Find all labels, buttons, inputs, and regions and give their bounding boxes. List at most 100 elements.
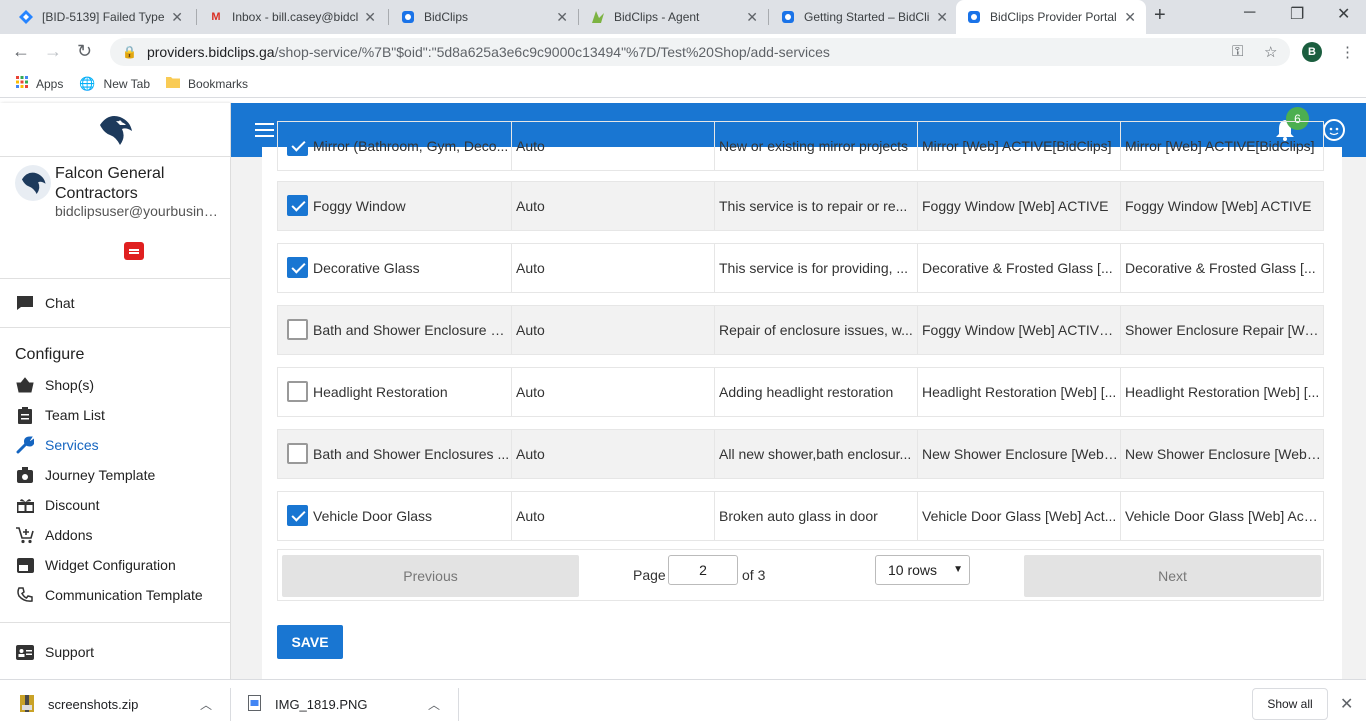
column-divider: [714, 430, 715, 478]
back-arrow-icon[interactable]: ←: [12, 41, 30, 62]
browser-tab-strip: [BID-5139] Failed TypeE ✕ M Inbox - bill…: [0, 0, 1366, 34]
download-item[interactable]: screenshots.zip ︿: [20, 680, 220, 728]
column-divider: [511, 492, 512, 540]
folder-icon: [166, 76, 181, 91]
sidebar-item-communication-template[interactable]: Communication Template: [0, 580, 230, 610]
close-downloads-icon[interactable]: ✕: [1340, 694, 1353, 714]
service-checkbox[interactable]: [287, 135, 308, 156]
widget-icon: [15, 555, 35, 575]
column-divider: [1120, 306, 1121, 354]
sidebar-item-discount[interactable]: Discount: [0, 490, 230, 520]
browser-tab[interactable]: BidClips ✕: [390, 0, 578, 34]
table-row: Decorative Glass Auto This service is for …: [277, 243, 1324, 293]
more-menu-icon[interactable]: ⋮: [1340, 43, 1355, 61]
page-number-input[interactable]: 2: [668, 555, 738, 585]
browser-tab[interactable]: M Inbox - bill.casey@bidcl ✕: [198, 0, 386, 34]
url-path: /shop-service/%7B"$oid":"5d8a625a3e6c9c9…: [274, 44, 830, 60]
browser-tab-active[interactable]: BidClips Provider Portal ✕: [956, 0, 1146, 34]
web-service-cell: Headlight Restoration [Web] [...: [922, 384, 1117, 400]
service-name-cell: Mirror (Bathroom, Gym, Deco...: [313, 138, 509, 154]
column-divider: [917, 492, 918, 540]
service-checkbox[interactable]: [287, 505, 308, 526]
sidebar-item-widget-configuration[interactable]: Widget Configuration: [0, 550, 230, 580]
close-tab-icon[interactable]: ✕: [556, 9, 568, 26]
show-all-downloads-button[interactable]: Show all: [1252, 688, 1328, 720]
reload-icon[interactable]: ↻: [77, 41, 92, 62]
service-checkbox[interactable]: [287, 319, 308, 340]
star-bookmark-icon[interactable]: ☆: [1264, 43, 1277, 61]
close-window-icon[interactable]: ✕: [1337, 4, 1350, 24]
bookmark-apps[interactable]: Apps: [16, 76, 63, 91]
browser-tab[interactable]: Getting Started – BidCli ✕: [770, 0, 958, 34]
user-account-icon[interactable]: [1323, 119, 1345, 141]
key-icon[interactable]: ⚿: [1232, 43, 1243, 60]
service-checkbox[interactable]: [287, 257, 308, 278]
bidclips-service-cell: Headlight Restoration [Web] [...: [1125, 384, 1320, 400]
browser-tab[interactable]: BidClips - Agent ✕: [580, 0, 768, 34]
sidebar-item-addons[interactable]: Addons: [0, 520, 230, 550]
sidebar-divider: [0, 327, 230, 328]
browser-tab[interactable]: [BID-5139] Failed TypeE ✕: [8, 0, 193, 34]
sidebar-item-services[interactable]: Services: [0, 430, 230, 460]
description-cell: Adding headlight restoration: [719, 384, 894, 400]
column-divider: [714, 244, 715, 292]
service-checkbox[interactable]: [287, 443, 308, 464]
url-field[interactable]: 🔒 providers.bidclips.ga/shop-service/%7B…: [110, 38, 1290, 66]
sidebar-item-support[interactable]: Support: [0, 637, 230, 667]
bidclips-service-cell: Mirror [Web] ACTIVE[BidClips]: [1125, 138, 1315, 154]
column-divider: [917, 306, 918, 354]
close-tab-icon[interactable]: ✕: [171, 9, 183, 26]
column-divider: [714, 182, 715, 230]
sidebar-item-team-list[interactable]: Team List: [0, 400, 230, 430]
hamburger-menu-icon[interactable]: [255, 123, 274, 141]
sidebar-item-shops[interactable]: Shop(s): [0, 370, 230, 400]
support-card-icon: [15, 642, 35, 662]
chevron-up-icon[interactable]: ︿: [428, 696, 440, 713]
agent-icon: [590, 9, 606, 25]
company-name: Falcon General Contractors: [55, 165, 165, 202]
close-tab-icon[interactable]: ✕: [1124, 9, 1136, 26]
close-tab-icon[interactable]: ✕: [936, 9, 948, 26]
sidebar-item-journey-template[interactable]: Journey Template: [0, 460, 230, 490]
bidclips-service-cell: Decorative & Frosted Glass [...: [1125, 260, 1316, 276]
tab-divider: [768, 9, 769, 25]
save-button[interactable]: SAVE: [277, 625, 343, 659]
service-checkbox[interactable]: [287, 381, 308, 402]
forward-arrow-icon[interactable]: →: [44, 41, 62, 62]
page-label: Page: [633, 567, 666, 583]
web-service-cell: Mirror [Web] ACTIVE[BidClips]: [922, 138, 1112, 154]
bookmark-new-tab[interactable]: 🌐 New Tab: [79, 76, 150, 92]
tab-divider: [196, 9, 197, 25]
restore-window-icon[interactable]: ❐: [1290, 4, 1304, 24]
pagination-bar: Previous Page 2 of 3 10 rows ▼ Next: [277, 549, 1324, 601]
rows-per-page-select[interactable]: 10 rows ▼: [875, 555, 970, 585]
service-checkbox[interactable]: [287, 195, 308, 216]
column-divider: [917, 430, 918, 478]
minimize-window-icon[interactable]: ─: [1244, 4, 1255, 22]
column-divider: [917, 368, 918, 416]
wrench-icon: [15, 435, 35, 455]
previous-page-button[interactable]: Previous: [282, 555, 579, 597]
column-divider: [511, 306, 512, 354]
download-item[interactable]: IMG_1819.PNG ︿: [248, 680, 448, 728]
chat-bubble-icon: [15, 293, 35, 313]
service-name-cell: Headlight Restoration: [313, 384, 448, 400]
chat-message-icon[interactable]: [124, 242, 144, 260]
close-tab-icon[interactable]: ✕: [364, 9, 376, 26]
company-avatar: [15, 165, 51, 201]
profile-avatar[interactable]: B: [1302, 42, 1322, 62]
camera-icon: [15, 465, 35, 485]
sidebar-item-chat[interactable]: Chat: [0, 288, 75, 318]
close-tab-icon[interactable]: ✕: [746, 9, 758, 26]
mode-cell: Auto: [516, 384, 545, 400]
sidebar: Falcon General Contractors bidclipsuser@…: [0, 103, 231, 679]
jira-icon: [18, 9, 34, 25]
new-tab-button[interactable]: +: [1154, 4, 1166, 27]
chevron-up-icon[interactable]: ︿: [200, 696, 212, 713]
bookmark-folder[interactable]: Bookmarks: [166, 76, 248, 91]
bidclips-service-cell: Foggy Window [Web] ACTIVE: [1125, 198, 1312, 214]
column-divider: [511, 430, 512, 478]
main-content: Mirror (Bathroom, Gym, Deco... Auto New or…: [231, 121, 1366, 687]
next-page-button[interactable]: Next: [1024, 555, 1321, 597]
download-divider: [230, 688, 231, 721]
